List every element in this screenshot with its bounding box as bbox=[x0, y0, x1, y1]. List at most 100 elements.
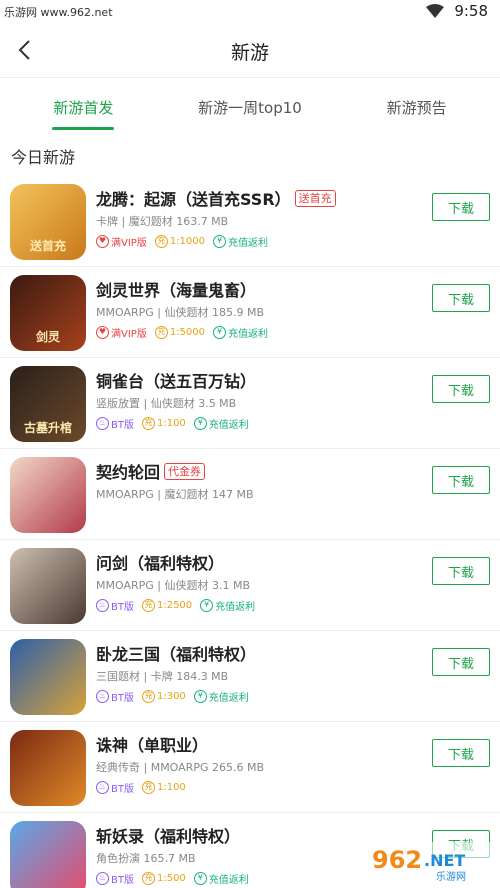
promo-tag: 送首充 bbox=[294, 189, 336, 207]
rebate-icon: ¥ bbox=[213, 325, 227, 339]
rebate-badge: ¥ 充值返利 bbox=[200, 598, 255, 613]
game-info: 铜雀台（送五百万钻） 竖版放置 | 仙侠题材 3.5 MB ♨ BT版充 1:100 ¥ 充… bbox=[96, 368, 416, 431]
badge-group: ♥ 满VIP版充 1:1000 ¥ 充值返利 bbox=[96, 233, 416, 249]
game-title-line: 问剑（福利特权） bbox=[96, 550, 416, 574]
badge-label: BT版 bbox=[111, 419, 134, 431]
chevron-left-icon bbox=[18, 40, 30, 60]
badge-label: BT版 bbox=[111, 783, 134, 795]
rate-icon: 充 bbox=[154, 234, 168, 248]
962-logo: 962 .NET 乐游网 bbox=[366, 842, 494, 883]
download-button[interactable]: 下载 bbox=[432, 557, 490, 585]
bt-badge: ♨ BT版 bbox=[96, 598, 134, 613]
bt-icon: ♨ bbox=[96, 780, 109, 794]
bt-icon: ♨ bbox=[96, 416, 109, 430]
badge-label: 1:300 bbox=[156, 690, 186, 702]
dragon-game-icon[interactable]: 送首充 bbox=[10, 184, 86, 260]
game-name: 卧龙三国（福利特权） bbox=[96, 645, 257, 664]
download-button[interactable]: 下载 bbox=[432, 466, 490, 494]
download-button[interactable]: 下载 bbox=[432, 648, 490, 676]
game-title-line: 龙腾：起源（送首充SSR） 送首充 bbox=[96, 186, 416, 210]
tab-bar: 新游首发 新游一周top10 新游预告 bbox=[0, 78, 500, 136]
sword-spirit-game-icon[interactable]: 剑灵 bbox=[10, 275, 86, 351]
tab-label: 新游预告 bbox=[386, 98, 447, 117]
game-name: 契约轮回 bbox=[96, 463, 161, 482]
vip-badge: ♥ 满VIP版 bbox=[96, 234, 147, 249]
bt-badge: ♨ BT版 bbox=[96, 871, 134, 886]
back-button[interactable] bbox=[10, 36, 38, 64]
rebate-badge: ¥ 充值返利 bbox=[193, 689, 249, 704]
badge-label: 充值返利 bbox=[228, 237, 269, 249]
bt-icon: ♨ bbox=[96, 598, 109, 612]
tab-upcoming[interactable]: 新游预告 bbox=[333, 78, 500, 136]
badge-label: 1:100 bbox=[156, 417, 186, 429]
svg-text:962: 962 bbox=[372, 846, 422, 874]
rate-badge: 充 1:300 bbox=[141, 689, 186, 703]
badge-group: ♨ BT版充 1:100 ¥ 充值返利 bbox=[96, 415, 416, 431]
rebate-icon: ¥ bbox=[193, 871, 207, 885]
rate-icon: 充 bbox=[141, 871, 155, 885]
game-list: 送首充 龙腾：起源（送首充SSR） 送首充 卡牌 | 魔幻题材 163.7 MB ♥ 满V… bbox=[0, 176, 500, 888]
rebate-icon: ¥ bbox=[193, 689, 207, 703]
badge-group: ♨ BT版充 1:100 bbox=[96, 779, 416, 795]
download-button[interactable]: 下载 bbox=[432, 739, 490, 767]
badge-label: 充值返利 bbox=[228, 328, 269, 340]
badge-label: 满VIP版 bbox=[111, 328, 147, 340]
svg-text:乐游网: 乐游网 bbox=[436, 870, 466, 883]
game-icon-label: 古墓升棺 bbox=[23, 421, 72, 435]
status-bar: 乐游网 www.962.net 9:58 bbox=[0, 0, 500, 24]
game-list-item[interactable]: 诛神（单职业） 经典传奇 | MMOARPG 265.6 MB ♨ BT版充 1:100… bbox=[0, 722, 500, 813]
game-info: 诛神（单职业） 经典传奇 | MMOARPG 265.6 MB ♨ BT版充 1:100 bbox=[96, 732, 416, 795]
badge-label: 1:2500 bbox=[156, 599, 193, 611]
tab-new-release[interactable]: 新游首发 bbox=[0, 78, 167, 136]
game-list-item[interactable]: 古墓升棺 铜雀台（送五百万钻） 竖版放置 | 仙侠题材 3.5 MB ♨ BT版充 1:1… bbox=[0, 358, 500, 449]
rebate-icon: ¥ bbox=[213, 234, 227, 248]
badge-label: 充值返利 bbox=[208, 692, 249, 704]
zhanyao-game-icon[interactable] bbox=[10, 821, 86, 888]
rebate-badge: ¥ 充值返利 bbox=[193, 416, 249, 431]
game-info: 龙腾：起源（送首充SSR） 送首充卡牌 | 魔幻题材 163.7 MB ♥ 满VIP版… bbox=[96, 186, 416, 249]
game-meta: 卡牌 | 魔幻题材 163.7 MB bbox=[96, 215, 229, 228]
bt-icon: ♨ bbox=[96, 871, 109, 885]
rebate-icon: ¥ bbox=[193, 416, 207, 430]
bt-badge: ♨ BT版 bbox=[96, 689, 134, 704]
rate-badge: 充 1:100 bbox=[141, 416, 186, 430]
rate-badge: 充 1:2500 bbox=[141, 598, 193, 612]
contract-cycle-game-icon[interactable] bbox=[10, 457, 86, 533]
game-name: 诛神（单职业） bbox=[96, 736, 209, 755]
svg-text:.NET: .NET bbox=[424, 851, 465, 870]
tab-label: 新游首发 bbox=[53, 98, 114, 117]
game-list-item[interactable]: 契约轮回 代金券 MMOARPG | 魔幻题材 147 MB 下载 bbox=[0, 449, 500, 540]
game-name: 铜雀台（送五百万钻） bbox=[96, 372, 257, 391]
wolong-game-icon[interactable] bbox=[10, 639, 86, 715]
rate-badge: 充 1:5000 bbox=[154, 325, 205, 339]
game-title-line: 卧龙三国（福利特权） bbox=[96, 641, 416, 665]
game-title-line: 诛神（单职业） bbox=[96, 732, 416, 756]
download-button[interactable]: 下载 bbox=[432, 193, 490, 221]
app-header: 新游 bbox=[0, 24, 500, 78]
wifi-icon bbox=[426, 4, 445, 18]
clock: 9:58 bbox=[454, 2, 488, 20]
game-meta: 经典传奇 | MMOARPG 265.6 MB bbox=[96, 761, 264, 774]
game-name: 剑灵世界（海量鬼畜） bbox=[96, 281, 257, 300]
badge-label: 满VIP版 bbox=[111, 237, 147, 249]
rate-icon: 充 bbox=[141, 689, 155, 703]
ask-sword-game-icon[interactable] bbox=[10, 548, 86, 624]
download-button[interactable]: 下载 bbox=[432, 375, 490, 403]
bronze-tower-game-icon[interactable]: 古墓升棺 bbox=[10, 366, 86, 442]
game-list-item[interactable]: 问剑（福利特权） MMOARPG | 仙侠题材 3.1 MB ♨ BT版充 1:2500… bbox=[0, 540, 500, 631]
game-list-item[interactable]: 剑灵 剑灵世界（海量鬼畜） MMOARPG | 仙侠题材 185.9 MB ♥ 满VIP… bbox=[0, 267, 500, 358]
game-meta: MMOARPG | 仙侠题材 3.1 MB bbox=[96, 579, 250, 592]
rate-badge: 充 1:1000 bbox=[154, 234, 205, 248]
game-meta: 竖版放置 | 仙侠题材 3.5 MB bbox=[96, 397, 237, 410]
game-meta: 三国题材 | 卡牌 184.3 MB bbox=[96, 670, 229, 683]
game-name: 斩妖录（福利特权） bbox=[96, 827, 241, 846]
game-list-item[interactable]: 卧龙三国（福利特权） 三国题材 | 卡牌 184.3 MB ♨ BT版充 1:300 ¥ 充… bbox=[0, 631, 500, 722]
download-button[interactable]: 下载 bbox=[432, 284, 490, 312]
zhushen-game-icon[interactable] bbox=[10, 730, 86, 806]
rebate-icon: ¥ bbox=[200, 598, 214, 612]
tab-weekly-top10[interactable]: 新游一周top10 bbox=[167, 78, 334, 136]
badge-label: 充值返利 bbox=[208, 874, 249, 886]
game-icon-label: 送首充 bbox=[29, 239, 66, 253]
game-list-item[interactable]: 送首充 龙腾：起源（送首充SSR） 送首充 卡牌 | 魔幻题材 163.7 MB ♥ 满V… bbox=[0, 176, 500, 267]
badge-group: ♨ BT版充 1:300 ¥ 充值返利 bbox=[96, 688, 416, 704]
